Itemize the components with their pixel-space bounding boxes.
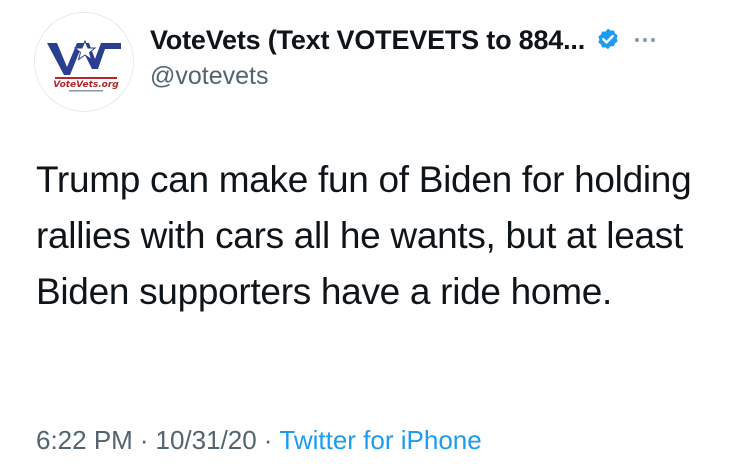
avatar-logo-text: VoteVets.org: [53, 80, 119, 90]
tweet-header: VoteVets (Text VOTEVETS to 884... @votev…: [150, 20, 730, 91]
meta-separator: ·: [139, 425, 149, 455]
avatar[interactable]: VoteVets.org: [34, 12, 134, 112]
votevets-logo-icon: VoteVets.org: [35, 13, 133, 111]
tweet-text: Trump can make fun of Biden for holding …: [36, 159, 692, 312]
tweet-source-link[interactable]: Twitter for iPhone: [279, 425, 481, 455]
verified-badge-icon: [598, 28, 618, 50]
name-row: VoteVets (Text VOTEVETS to 884...: [150, 20, 730, 60]
account-handle[interactable]: @votevets: [150, 62, 730, 91]
tweet-date[interactable]: 10/31/20: [156, 425, 257, 455]
tweet-time[interactable]: 6:22 PM: [36, 425, 133, 455]
more-options-icon[interactable]: [635, 30, 656, 50]
meta-separator: ·: [263, 425, 273, 455]
tweet-meta: 6:22 PM · 10/31/20 · Twitter for iPhone: [36, 425, 482, 456]
display-name[interactable]: VoteVets (Text VOTEVETS to 884...: [150, 25, 585, 56]
tweet-card: VoteVets.org VoteVets (Text VOTEVETS to …: [0, 0, 750, 471]
